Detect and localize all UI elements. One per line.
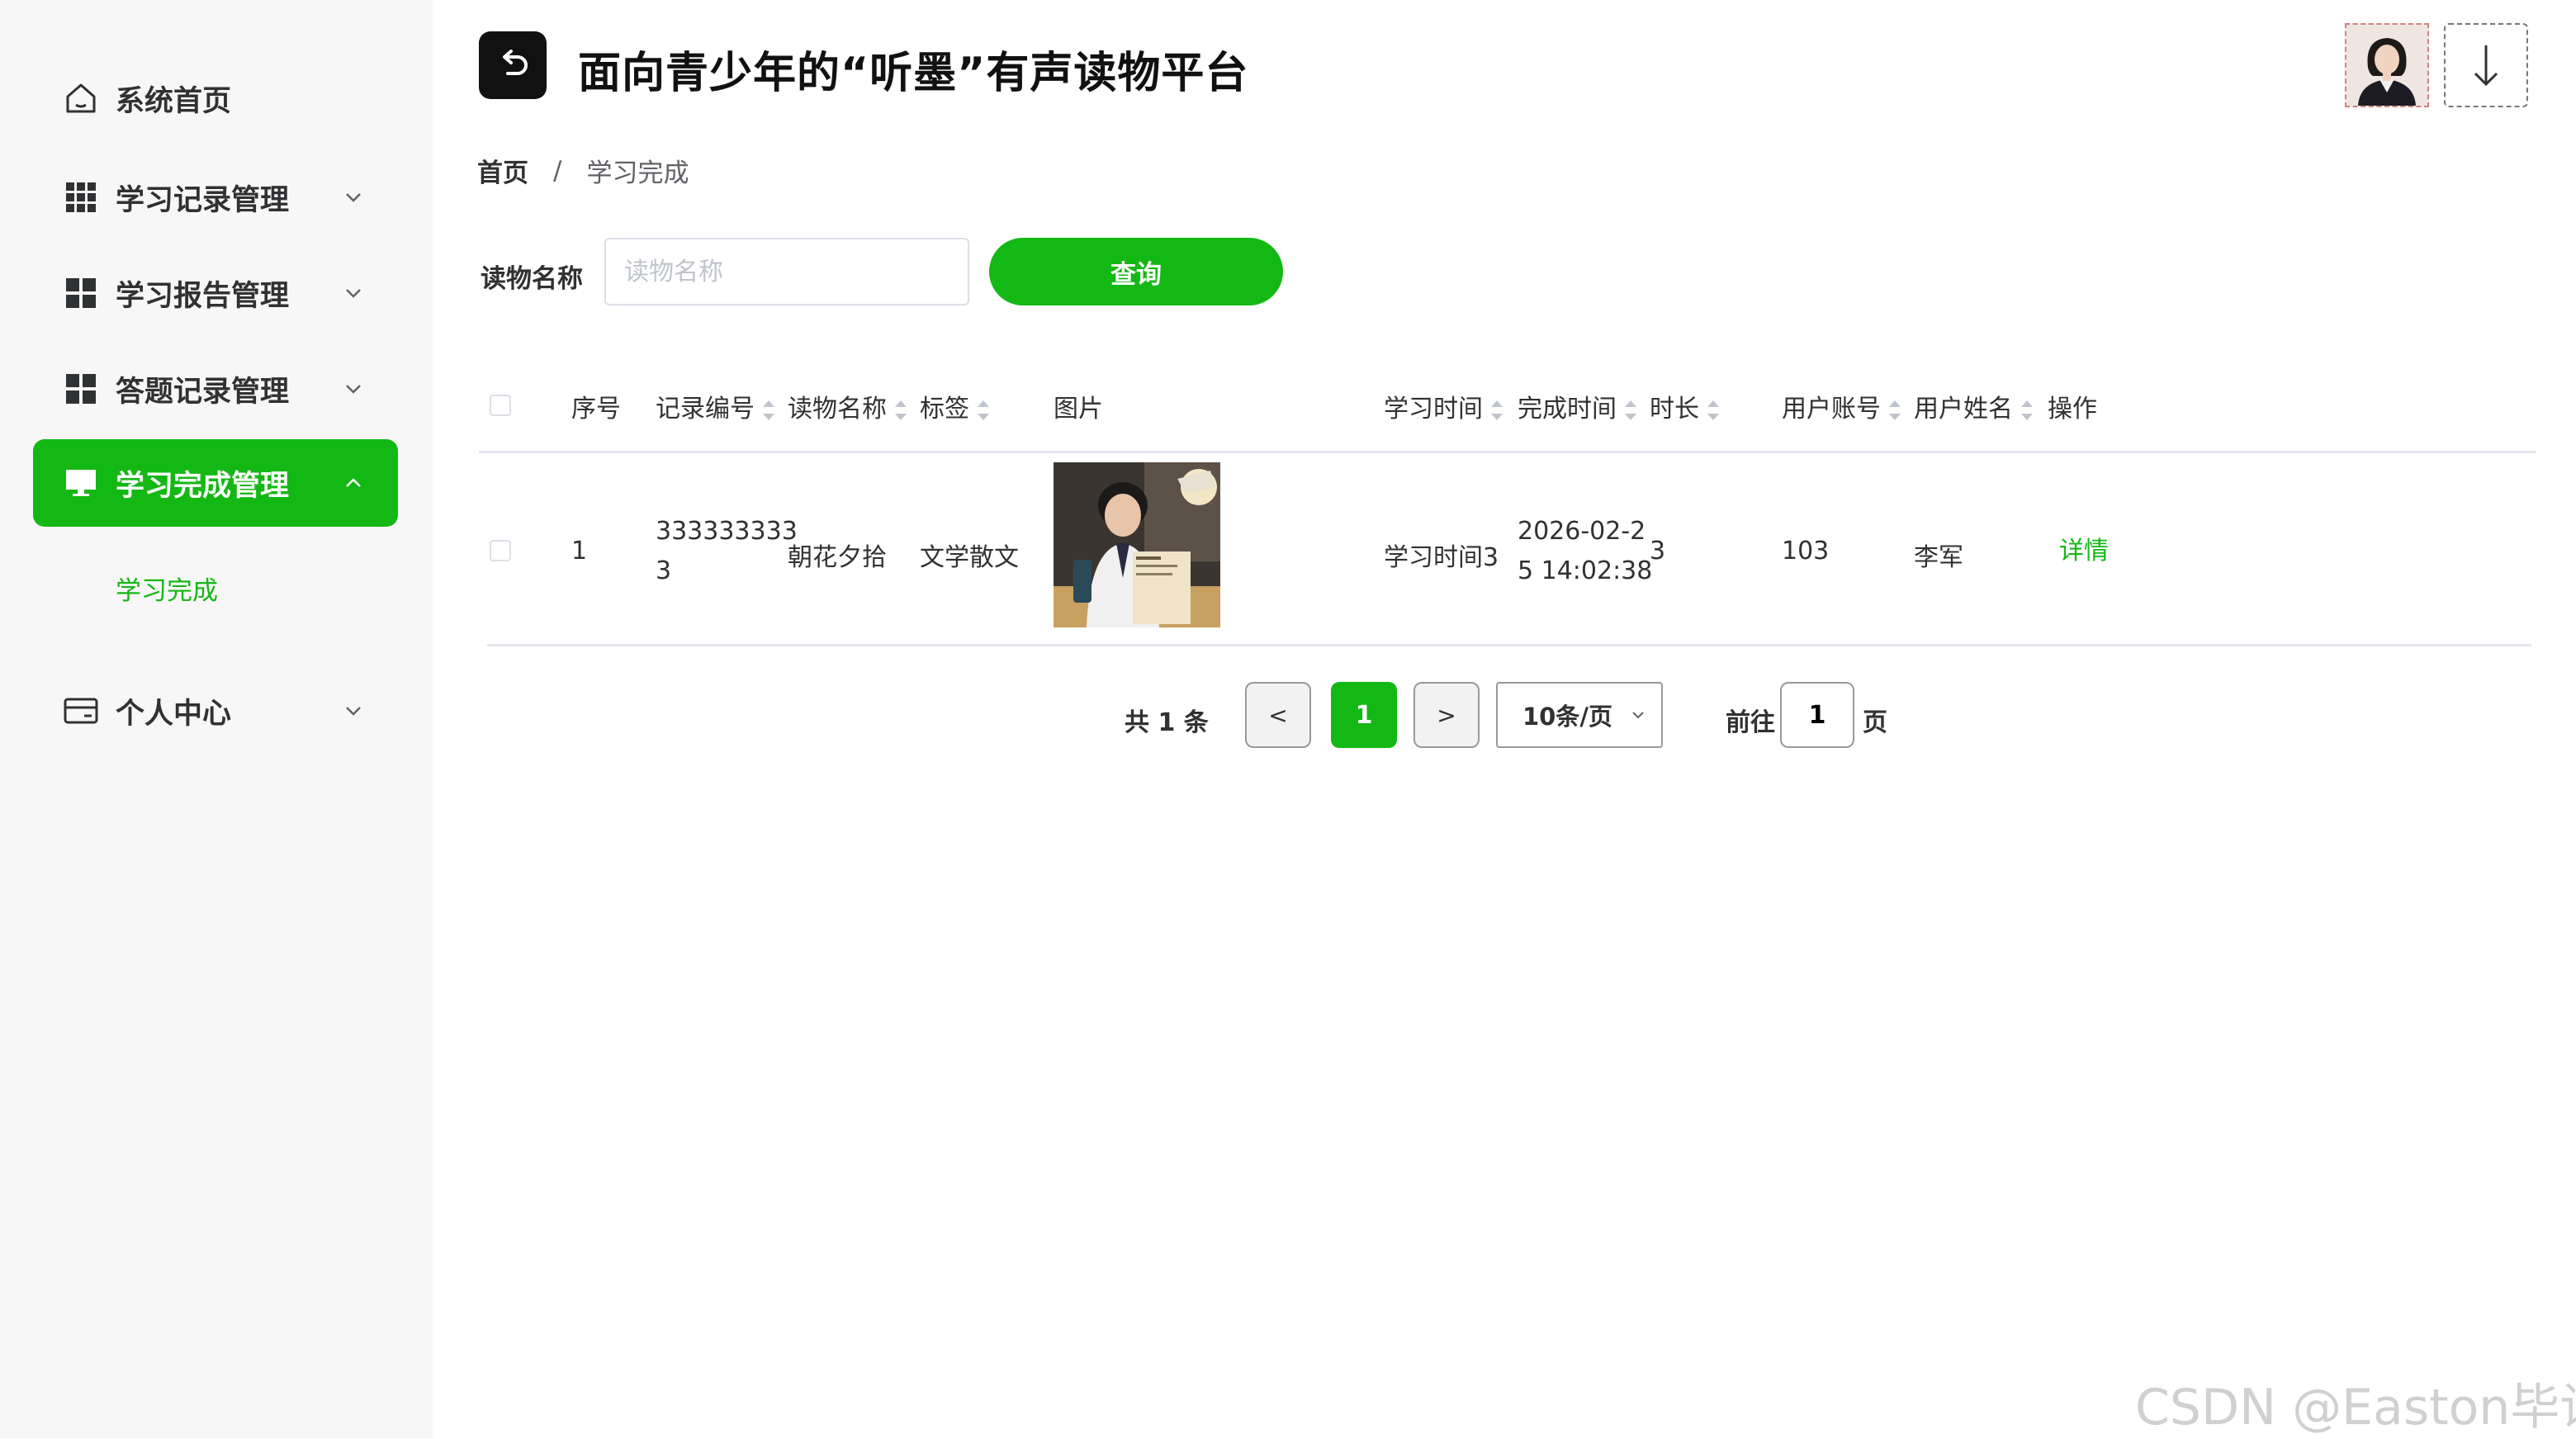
return-icon [503, 50, 528, 75]
search-button[interactable]: 查询 [989, 238, 1283, 305]
column-header-finish-time[interactable]: 完成时间 [1518, 388, 1636, 424]
goto-suffix: 页 [1863, 708, 1887, 737]
pagination-prev-button[interactable]: < [1245, 682, 1311, 748]
cell-tag: 文学散文 [920, 543, 1019, 572]
table-header-divider [479, 451, 2536, 453]
sidebar-item-label: 答题记录管理 [116, 375, 290, 409]
cell-record-no-wrap: 3 [656, 556, 672, 585]
goto-label: 前往 [1726, 708, 1775, 737]
sidebar-item-label: 学习报告管理 [116, 279, 290, 313]
sort-icon[interactable] [978, 400, 989, 420]
sidebar-item-answer-records[interactable]: 答题记录管理 [33, 345, 398, 433]
cell-image[interactable] [1054, 462, 1220, 627]
column-header-label: 读物名称 [788, 395, 887, 424]
search-label: 读物名称 [481, 264, 583, 294]
page-title: 面向青少年的“听墨”有声读物平台 [578, 49, 1249, 98]
search-input[interactable] [604, 238, 969, 305]
goto-page-input[interactable] [1780, 682, 1854, 748]
column-header-label: 学习时间 [1384, 395, 1483, 424]
user-avatar-image [2346, 25, 2427, 106]
grid-icon [63, 275, 99, 311]
submenu-item-study-completion[interactable]: 学习完成 [116, 570, 218, 607]
chevron-up-icon [346, 478, 361, 487]
breadcrumb-home[interactable]: 首页 [477, 152, 528, 189]
detail-link[interactable]: 详情 [2059, 530, 2109, 566]
chevron-down-icon [346, 289, 361, 298]
sidebar-item-label: 系统首页 [116, 84, 232, 118]
sort-icon[interactable] [1707, 400, 1719, 420]
pagination-current-page[interactable]: 1 [1331, 682, 1397, 748]
column-header-account[interactable]: 用户账号 [1782, 388, 1901, 424]
sidebar: 系统首页 学习记录管理 学习报告管理 答题记录管理 学习完成管理 学习完成 个人… [0, 0, 433, 1438]
back-button[interactable] [479, 31, 547, 99]
column-header-label: 标签 [920, 395, 969, 424]
cell-index: 1 [571, 537, 588, 566]
sidebar-item-study-reports[interactable]: 学习报告管理 [33, 249, 398, 337]
sidebar-item-study-records[interactable]: 学习记录管理 [33, 154, 398, 241]
column-header-action: 操作 [2048, 395, 2097, 424]
breadcrumb: 首页 / 学习完成 [477, 152, 689, 189]
card-icon [63, 693, 99, 729]
column-header-record-no[interactable]: 记录编号 [656, 388, 774, 424]
sort-icon[interactable] [763, 400, 774, 420]
cell-record-no: 333333333 [656, 517, 798, 546]
column-header-label: 记录编号 [656, 395, 755, 424]
column-header-label: 时长 [1650, 395, 1699, 424]
home-icon [63, 80, 99, 116]
sort-icon[interactable] [1889, 400, 1901, 420]
column-header-index: 序号 [571, 395, 621, 424]
table-row-divider [487, 644, 2531, 646]
pagination-total: 共 1 条 [1125, 708, 1209, 737]
cell-finish-time: 2026-02-2 [1518, 517, 1646, 546]
breadcrumb-separator: / [553, 155, 562, 186]
grid-icon [63, 371, 99, 407]
sidebar-item-personal-center[interactable]: 个人中心 [33, 667, 398, 755]
cell-username: 李军 [1914, 543, 1963, 572]
avatar[interactable] [2345, 23, 2429, 107]
select-all-checkbox[interactable] [490, 395, 511, 416]
cell-account: 103 [1782, 537, 1830, 566]
column-header-duration[interactable]: 时长 [1650, 388, 1719, 424]
cell-study-time: 学习时间3 [1384, 543, 1499, 572]
reading-boy-photo [1054, 462, 1220, 627]
cell-duration: 3 [1650, 537, 1666, 566]
chevron-down-icon [346, 385, 361, 394]
arrow-down-icon [2474, 45, 2498, 87]
sort-icon[interactable] [895, 400, 907, 420]
column-header-label: 完成时间 [1518, 395, 1617, 424]
cell-book-name: 朝花夕拾 [788, 543, 887, 572]
page-size-select[interactable]: 10条/页 [1496, 682, 1663, 748]
watermark: CSDN @Easton毕设 [2135, 1379, 2576, 1437]
sort-icon[interactable] [1491, 400, 1503, 420]
chevron-down-icon [1632, 712, 1644, 719]
column-header-book-name[interactable]: 读物名称 [788, 388, 907, 424]
sidebar-item-label: 学习完成管理 [116, 469, 290, 503]
column-header-label: 用户账号 [1782, 395, 1881, 424]
pagination-next-button[interactable]: > [1413, 682, 1480, 748]
column-header-username[interactable]: 用户姓名 [1914, 388, 2033, 424]
sidebar-item-home[interactable]: 系统首页 [33, 54, 398, 142]
sidebar-item-study-completion[interactable]: 学习完成管理 [33, 439, 398, 527]
column-header-label: 用户姓名 [1914, 395, 2013, 424]
grid-icon [63, 179, 99, 215]
column-header-tag[interactable]: 标签 [920, 388, 989, 424]
page-size-value: 10条/页 [1522, 703, 1612, 731]
breadcrumb-current: 学习完成 [586, 159, 689, 188]
chevron-down-icon [346, 707, 361, 716]
sidebar-item-label: 学习记录管理 [116, 183, 290, 217]
cell-finish-time-wrap: 5 14:02:38 [1518, 556, 1653, 585]
row-checkbox[interactable] [490, 540, 511, 561]
chevron-down-icon [346, 193, 361, 202]
sort-icon[interactable] [2021, 400, 2033, 420]
column-header-study-time[interactable]: 学习时间 [1384, 388, 1503, 424]
sort-icon[interactable] [1625, 400, 1636, 420]
column-header-image: 图片 [1054, 395, 1103, 424]
download-button[interactable] [2444, 23, 2528, 107]
sidebar-item-label: 个人中心 [116, 697, 232, 731]
monitor-icon [63, 465, 99, 501]
